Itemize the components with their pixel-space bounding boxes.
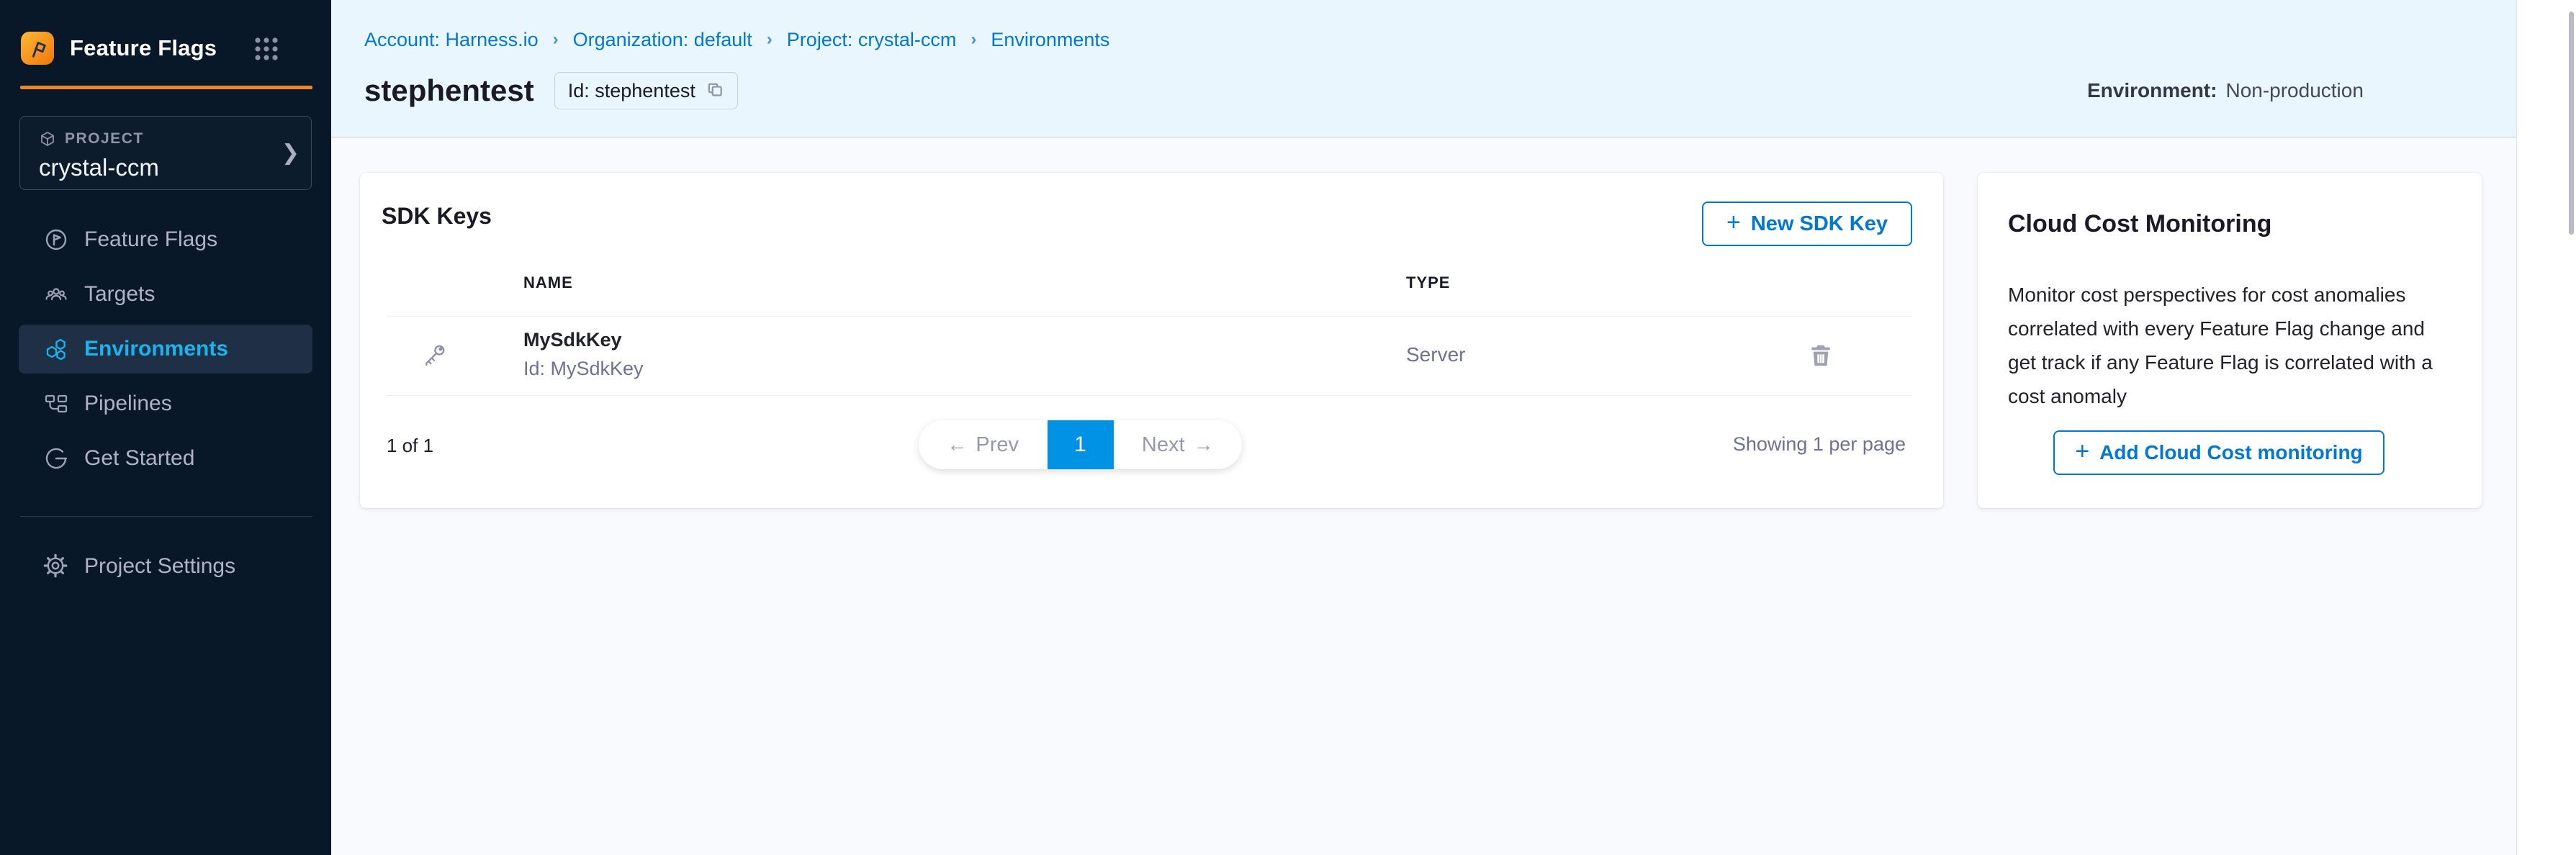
sdk-keys-panel: SDK Keys + New SDK Key NAME TYPE MySdkKe… (360, 173, 1943, 508)
flag-circle-icon (43, 227, 69, 253)
sdk-key-type: Server (1406, 343, 1465, 366)
page-title: stephentest (364, 73, 534, 108)
breadcrumb-organization[interactable]: Organization: default (573, 29, 752, 51)
content-area: SDK Keys + New SDK Key NAME TYPE MySdkKe… (331, 138, 2516, 855)
sidebar-item-project-settings[interactable]: Project Settings (0, 539, 331, 594)
sdk-key-name: MySdkKey (523, 329, 622, 351)
sdk-keys-title: SDK Keys (382, 203, 492, 230)
breadcrumb-environments[interactable]: Environments (991, 29, 1109, 51)
new-sdk-key-button[interactable]: + New SDK Key (1702, 202, 1912, 246)
breadcrumb-project[interactable]: Project: crystal-ccm (787, 29, 957, 51)
harness-feature-flags-logo-icon (21, 32, 54, 65)
pipelines-icon (43, 391, 69, 417)
arrow-right-icon: → (1194, 433, 1214, 456)
environment-id-text: Id: stephentest (568, 80, 695, 102)
plus-icon: + (1726, 210, 1741, 235)
pagination-next-button[interactable]: Next → (1114, 420, 1243, 469)
page-header: Account: Harness.io › Organization: defa… (331, 0, 2516, 137)
cloud-cost-panel: Cloud Cost Monitoring Monitor cost persp… (1978, 173, 2482, 508)
copy-icon[interactable] (706, 81, 724, 100)
table-row: MySdkKey Id: MySdkKey Server (360, 316, 1943, 395)
sidebar-item-get-started[interactable]: Get Started (0, 431, 331, 486)
environments-hexagons-icon (43, 336, 69, 362)
project-name: crystal-ccm (39, 154, 159, 181)
plus-icon: + (2075, 439, 2089, 463)
sidebar-item-pipelines[interactable]: Pipelines (0, 376, 331, 431)
key-icon (421, 343, 447, 368)
module-grid-icon[interactable] (253, 35, 280, 63)
table-divider (387, 395, 1912, 396)
cloud-cost-description: Monitor cost perspectives for cost anoma… (2008, 278, 2451, 413)
environment-id-badge: Id: stephentest (554, 72, 738, 109)
column-header-type: TYPE (1406, 273, 1450, 292)
breadcrumb-chevron-icon: › (970, 30, 976, 50)
breadcrumb: Account: Harness.io › Organization: defa… (364, 29, 1109, 51)
sidebar-item-targets[interactable]: Targets (0, 267, 331, 322)
pagination: ← Prev 1 Next → (919, 420, 1242, 469)
pagination-page-size: Showing 1 per page (1733, 433, 1906, 456)
pagination-prev-button[interactable]: ← Prev (919, 420, 1048, 469)
brand-accent-divider (20, 86, 312, 89)
sidebar-nav: Feature Flags Targets Environments (0, 212, 331, 486)
breadcrumb-chevron-icon: › (767, 30, 773, 50)
project-label: PROJECT (65, 130, 144, 148)
chevron-right-icon: ❯ (282, 140, 300, 166)
app-logo-row: Feature Flags (21, 29, 310, 68)
main-area: Account: Harness.io › Organization: defa… (331, 0, 2516, 855)
arrow-left-icon: ← (947, 433, 967, 456)
sidebar-item-environments[interactable]: Environments (19, 325, 312, 374)
breadcrumb-account[interactable]: Account: Harness.io (364, 29, 539, 51)
scrollbar-thumb[interactable] (2569, 12, 2574, 235)
environment-type: Environment: Non-production (2087, 79, 2364, 102)
environment-type-label: Environment: (2087, 79, 2217, 102)
delete-sdk-key-icon[interactable] (1807, 342, 1834, 369)
column-header-name: NAME (523, 273, 573, 292)
sidebar-item-feature-flags[interactable]: Feature Flags (0, 212, 331, 267)
breadcrumb-chevron-icon: › (553, 30, 559, 50)
sdk-key-id: Id: MySdkKey (523, 358, 644, 380)
add-cloud-cost-button[interactable]: + Add Cloud Cost monitoring (2053, 430, 2384, 475)
sidebar: Feature Flags PROJECT crystal-ccm ❯ (0, 0, 331, 855)
sidebar-divider (20, 516, 312, 517)
gear-icon (43, 553, 69, 579)
environment-type-value: Non-production (2225, 79, 2363, 102)
app-title: Feature Flags (70, 35, 217, 61)
project-cube-icon (39, 130, 56, 148)
cloud-cost-title: Cloud Cost Monitoring (2008, 210, 2271, 238)
pagination-summary: 1 of 1 (387, 435, 433, 457)
right-gutter (2516, 0, 2576, 855)
project-selector[interactable]: PROJECT crystal-ccm ❯ (19, 116, 312, 190)
targets-people-icon (43, 281, 69, 307)
pagination-page-1-button[interactable]: 1 (1048, 420, 1114, 469)
get-started-icon (43, 445, 69, 471)
